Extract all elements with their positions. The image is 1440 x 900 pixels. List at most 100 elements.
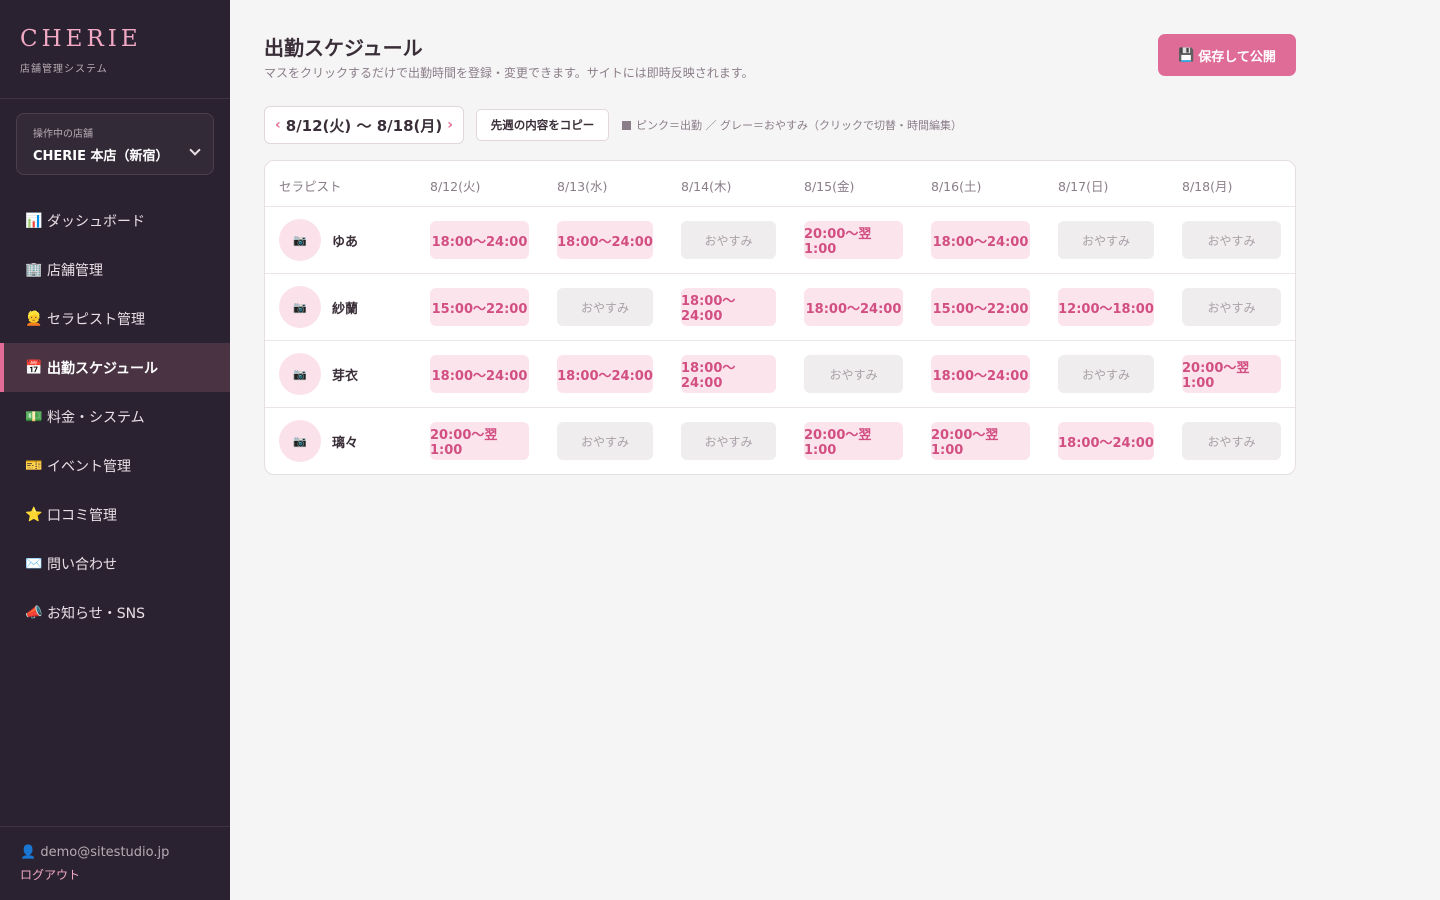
day-off-cell[interactable]: おやすみ (681, 422, 776, 460)
sidebar-item-label: お知らせ・SNS (47, 605, 145, 622)
sidebar-item[interactable]: ✉️ 問い合わせ (0, 539, 230, 588)
column-header-day: 8/12(火) (430, 179, 481, 194)
brand: CHERIE 店舗管理システム (20, 26, 142, 75)
day-off-cell[interactable]: おやすみ (804, 355, 903, 393)
nav-icon: 📊 (25, 212, 43, 229)
sidebar-footer-divider (0, 826, 230, 827)
save-publish-label: 保存して公開 (1198, 48, 1276, 64)
column-header-day: 8/16(土) (931, 179, 982, 194)
nav-icon: 🎫 (25, 457, 43, 474)
page-title: 出勤スケジュール (264, 36, 423, 60)
prev-week-icon[interactable]: ‹ (275, 117, 281, 133)
shift-cell[interactable]: 18:00〜24:00 (557, 221, 653, 259)
user-email: demo@sitestudio.jp (40, 845, 170, 860)
store-selector[interactable]: 操作中の店舗 CHERIE 本店（新宿） (16, 113, 214, 175)
store-selector-label: 操作中の店舗 (33, 129, 93, 140)
table-row: 📷 紗蘭 15:00〜22:00 おやすみ 18:00〜24:00 18:00〜24:00… (265, 274, 1295, 341)
day-off-cell[interactable]: おやすみ (1058, 355, 1154, 393)
day-off-cell[interactable]: おやすみ (1182, 288, 1281, 326)
sidebar-item-label: 出勤スケジュール (47, 360, 159, 377)
table-row: 📷 芽衣 18:00〜24:00 18:00〜24:00 18:00〜24:00 おやすみ… (265, 341, 1295, 408)
day-off-cell[interactable]: おやすみ (557, 288, 653, 326)
table-header: セラピスト 8/12(火) 8/13(水) 8/14(木) 8/15(金) 8/16(土… (265, 161, 1295, 207)
day-off-cell[interactable]: おやすみ (681, 221, 776, 259)
table-row: 📷 璃々 20:00〜翌1:00 おやすみ おやすみ 20:00〜翌1:00 20:00〜翌… (265, 408, 1295, 474)
sidebar-divider (0, 98, 230, 99)
column-header-day: 8/13(水) (557, 179, 608, 194)
save-publish-button[interactable]: 💾 保存して公開 (1158, 34, 1296, 76)
sidebar-item-label: 問い合わせ (47, 556, 117, 573)
brand-subtitle: 店舗管理システム (20, 64, 108, 75)
week-range-label: 8/12(火) 〜 8/18(月) (285, 116, 443, 135)
week-navigator: ‹ 8/12(火) 〜 8/18(月) › (264, 106, 464, 144)
nav-icon: ✉️ (25, 555, 43, 572)
sidebar-item-label: セラピスト管理 (47, 311, 145, 328)
sidebar-item[interactable]: 📊 ダッシュボード (0, 196, 230, 245)
sidebar-item[interactable]: 🏢 店舗管理 (0, 245, 230, 294)
next-week-icon[interactable]: › (447, 117, 453, 133)
sidebar-item-label: 料金・システム (47, 409, 145, 426)
shift-cell[interactable]: 18:00〜24:00 (931, 221, 1030, 259)
sidebar-item-label: 店舗管理 (47, 262, 103, 279)
column-header-day: 8/18(月) (1182, 179, 1233, 194)
nav-icon: 👱 (25, 310, 43, 327)
nav-icon: 📅 (25, 359, 43, 376)
user-icon: 👤 (20, 845, 37, 860)
shift-cell[interactable]: 18:00〜24:00 (1058, 422, 1154, 460)
nav-icon: ⭐ (25, 506, 43, 523)
therapist-name: 璃々 (332, 436, 359, 451)
shift-cell[interactable]: 18:00〜24:00 (804, 288, 903, 326)
nav-icon: 📣 (25, 604, 43, 621)
shift-cell[interactable]: 20:00〜翌1:00 (1182, 355, 1281, 393)
column-header-day: 8/14(木) (681, 179, 732, 194)
shift-cell[interactable]: 18:00〜24:00 (931, 355, 1030, 393)
brand-logo: CHERIE (20, 26, 142, 52)
sidebar-item[interactable]: 💵 料金・システム (0, 392, 230, 441)
shift-cell[interactable]: 15:00〜22:00 (931, 288, 1030, 326)
sidebar-item-label: ダッシュボード (47, 213, 145, 230)
camera-icon: 📷 (279, 353, 321, 395)
day-off-cell[interactable]: おやすみ (1182, 221, 1281, 259)
column-header-therapist: セラピスト (279, 179, 342, 194)
day-off-cell[interactable]: おやすみ (1058, 221, 1154, 259)
shift-cell[interactable]: 20:00〜翌1:00 (430, 422, 529, 460)
schedule-table: セラピスト 8/12(火) 8/13(水) 8/14(木) 8/15(金) 8/16(土… (264, 160, 1296, 475)
shift-cell[interactable]: 18:00〜24:00 (430, 221, 529, 259)
shift-cell[interactable]: 18:00〜24:00 (681, 355, 776, 393)
user-account: 👤 demo@sitestudio.jp (20, 845, 169, 860)
sidebar-item[interactable]: 📣 お知らせ・SNS (0, 588, 230, 637)
sidebar-item[interactable]: 🎫 イベント管理 (0, 441, 230, 490)
shift-cell[interactable]: 20:00〜翌1:00 (931, 422, 1030, 460)
camera-icon: 📷 (279, 286, 321, 328)
therapist-name: 芽衣 (332, 369, 359, 384)
therapist-name: ゆあ (332, 235, 359, 250)
sidebar-item[interactable]: 📅 出勤スケジュール (0, 343, 230, 392)
shift-cell[interactable]: 18:00〜24:00 (430, 355, 529, 393)
legend: ピンク＝出勤 ／ グレー＝おやすみ（クリックで切替・時間編集） (622, 117, 962, 133)
sidebar-item-label: 口コミ管理 (47, 507, 117, 524)
page-description: マスをクリックするだけで出勤時間を登録・変更できます。サイトには即時反映されます… (264, 66, 754, 80)
day-off-cell[interactable]: おやすみ (557, 422, 653, 460)
store-selector-value: CHERIE 本店（新宿） (33, 149, 169, 164)
sidebar-nav: 📊 ダッシュボード 🏢 店舗管理 👱 セラピスト管理 📅 出勤スケジュール 💵 料金・システム 🎫 イ… (0, 196, 230, 637)
day-off-cell[interactable]: おやすみ (1182, 422, 1281, 460)
camera-icon: 📷 (279, 420, 321, 462)
shift-cell[interactable]: 12:00〜18:00 (1058, 288, 1154, 326)
camera-icon: 📷 (279, 219, 321, 261)
nav-icon: 🏢 (25, 261, 43, 278)
sidebar-item-label: イベント管理 (47, 458, 131, 475)
shift-cell[interactable]: 20:00〜翌1:00 (804, 422, 903, 460)
therapist-name: 紗蘭 (332, 302, 359, 317)
sidebar-item[interactable]: ⭐ 口コミ管理 (0, 490, 230, 539)
sidebar-item[interactable]: 👱 セラピスト管理 (0, 294, 230, 343)
shift-cell[interactable]: 15:00〜22:00 (430, 288, 529, 326)
shift-cell[interactable]: 18:00〜24:00 (557, 355, 653, 393)
shift-cell[interactable]: 18:00〜24:00 (681, 288, 776, 326)
column-header-day: 8/15(金) (804, 179, 855, 194)
shift-cell[interactable]: 20:00〜翌1:00 (804, 221, 903, 259)
legend-square-icon (622, 120, 631, 130)
copy-last-week-button[interactable]: 先週の内容をコピー (476, 109, 609, 141)
nav-icon: 💵 (25, 408, 43, 425)
floppy-disk-icon: 💾 (1178, 47, 1195, 62)
logout-link[interactable]: ログアウト (20, 866, 80, 883)
